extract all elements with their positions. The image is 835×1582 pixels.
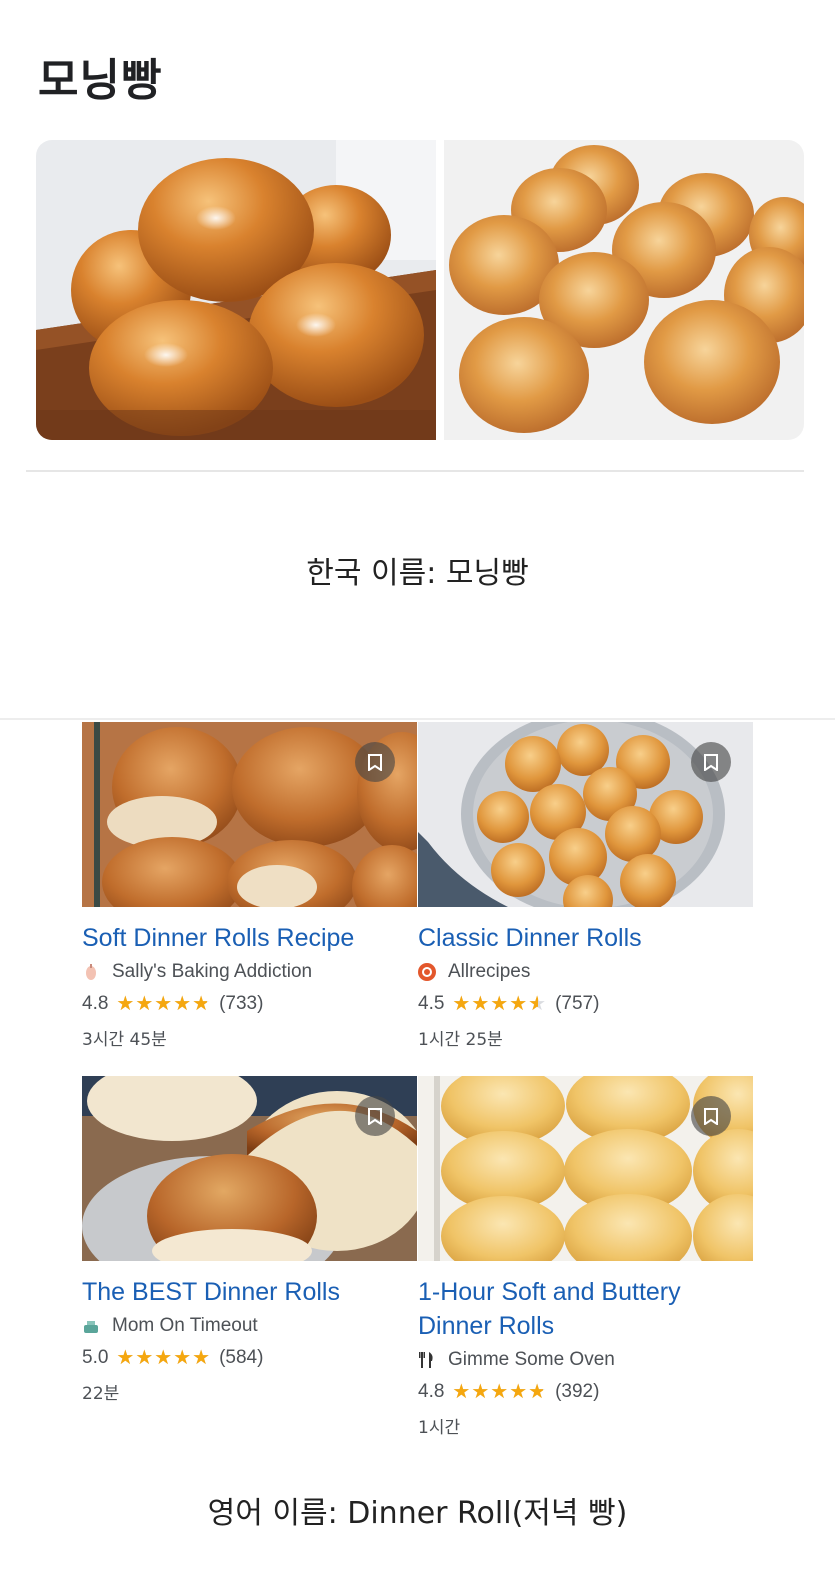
recipe-rating: 4.8 ★★★★★ ★★★★★ (392) [418,1381,753,1403]
recipe-title-link[interactable]: Soft Dinner Rolls Recipe [82,921,417,955]
bookmark-button[interactable] [355,742,395,782]
recipe-thumbnail[interactable] [82,1076,417,1261]
recipe-title-link[interactable]: Classic Dinner Rolls [418,921,753,955]
bookmark-icon [704,1107,718,1125]
recipe-card[interactable]: Soft Dinner Rolls Recipe Sally's Baking … [82,722,417,1050]
bookmark-button[interactable] [691,742,731,782]
star-rating: ★★★★★★★★★★ [116,1347,212,1369]
bookmark-button[interactable] [355,1096,395,1136]
rolls-grid-image [444,140,804,440]
recipe-source: Sally's Baking Addiction [82,961,417,983]
star-rating-fill: ★★★★★ [116,994,208,1014]
recipe-source-name: Allrecipes [448,961,531,982]
recipe-source: Allrecipes [418,961,753,983]
recipe-source-name: Mom On Timeout [112,1315,258,1336]
bookmark-icon [368,1107,382,1125]
recipe-title-link[interactable]: 1-Hour Soft and Buttery Dinner Rolls [418,1275,753,1343]
recipe-card[interactable]: Classic Dinner Rolls Allrecipes 4.5 ★★★★… [418,722,753,1050]
cooking-pot-icon [84,1321,98,1333]
whisk-icon [86,964,96,980]
allrecipes-logo-icon [418,963,436,981]
rating-value: 4.8 [418,1381,445,1402]
fork-knife-icon [419,1352,433,1368]
page-title: 모닝빵 [38,55,163,106]
section-divider [0,718,835,720]
recipe-thumbnail[interactable] [418,1076,753,1261]
recipe-thumbnail[interactable] [418,722,753,907]
rating-value: 4.8 [82,993,109,1014]
recipe-time: 1시간 [418,1418,461,1438]
recipe-source: Mom On Timeout [82,1315,417,1337]
recipe-time: 22분 [82,1384,120,1404]
star-rating: ★★★★★★★★★★ [452,1381,548,1403]
bookmark-button[interactable] [691,1096,731,1136]
recipe-title-link[interactable]: The BEST Dinner Rolls [82,1275,417,1309]
recipe-card[interactable]: The BEST Dinner Rolls Mom On Timeout 5.0… [82,1076,417,1404]
recipe-time: 1시간 25분 [418,1030,503,1050]
hero-divider [26,470,804,472]
star-rating: ★★★★★★★★★★ [116,993,212,1015]
bookmark-icon [368,753,382,771]
recipe-card[interactable]: 1-Hour Soft and Buttery Dinner Rolls Gim… [418,1076,753,1438]
korean-name-caption: 한국 이름: 모닝빵 [306,556,529,591]
star-rating-fill: ★★★★★ [452,1382,544,1402]
rating-value: 5.0 [82,1347,109,1368]
recipe-source-name: Gimme Some Oven [448,1349,615,1370]
recipe-time: 3시간 45분 [82,1030,167,1050]
recipe-source-name: Sally's Baking Addiction [112,961,313,982]
recipe-rating: 4.8 ★★★★★ ★★★★★ (733) [82,993,417,1015]
review-count: (733) [219,993,264,1014]
recipe-rating: 5.0 ★★★★★ ★★★★★ (584) [82,1347,417,1369]
review-count: (584) [219,1347,264,1368]
rating-value: 4.5 [418,993,445,1014]
recipe-rating: 4.5 ★★★★★★★★★★ (757) [418,993,753,1015]
star-rating-fill: ★★★★★ [116,1348,212,1368]
review-count: (392) [555,1381,600,1402]
recipe-source: Gimme Some Oven [418,1349,753,1371]
review-count: (757) [555,993,600,1014]
rolls-on-board-image [36,140,436,440]
star-rating-fill: ★★★★★ [452,994,537,1014]
english-name-caption: 영어 이름: Dinner Roll(저녁 빵) [207,1496,628,1531]
recipe-thumbnail[interactable] [82,722,417,907]
bookmark-icon [704,753,718,771]
star-rating: ★★★★★★★★★★ [452,993,548,1015]
